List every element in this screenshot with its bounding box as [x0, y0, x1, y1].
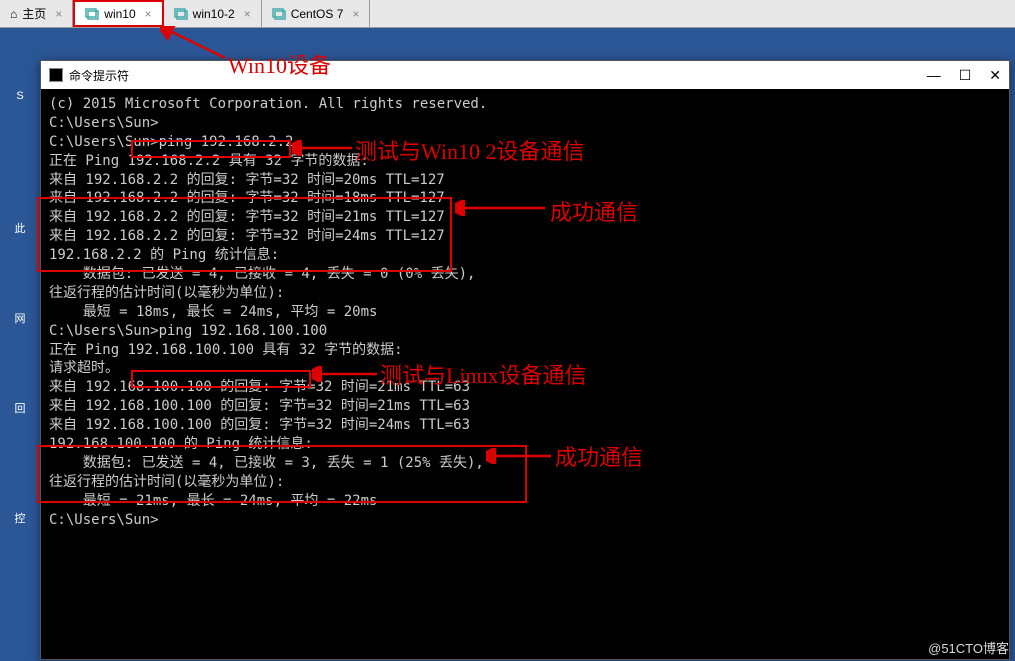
terminal-line: 最短 = 18ms, 最长 = 24ms, 平均 = 20ms	[49, 303, 1001, 322]
terminal-line: 最短 = 21ms, 最长 = 24ms, 平均 = 22ms	[49, 492, 1001, 511]
terminal-line: C:\Users\Sun>	[49, 114, 1001, 133]
tab-bar: ⌂ 主页 × win10 × win10-2 × CentOS 7 ×	[0, 0, 1015, 28]
tab-label: CentOS 7	[291, 7, 344, 21]
annotation-arrow	[160, 26, 230, 62]
terminal-line: 来自 192.168.100.100 的回复: 字节=32 时间=21ms TT…	[49, 397, 1001, 416]
tab-win10-2[interactable]: win10-2 ×	[164, 0, 262, 27]
terminal-line: C:\Users\Sun>ping 192.168.100.100	[49, 322, 1001, 341]
desktop-icon: S	[10, 90, 30, 130]
terminal-line: 请求超时。	[49, 359, 1001, 378]
close-icon[interactable]: ×	[55, 7, 62, 21]
terminal-line: C:\Users\Sun>ping 192.168.2.2	[49, 133, 1001, 152]
desktop-icon: 控	[10, 510, 30, 550]
close-icon[interactable]: ×	[352, 7, 359, 21]
tab-label: 主页	[22, 5, 46, 22]
close-icon[interactable]: ×	[244, 7, 251, 21]
title-bar[interactable]: 命令提示符 — ☐ ✕	[41, 61, 1009, 89]
desktop-icon: 网	[10, 310, 30, 350]
watermark: @51CTO博客	[928, 638, 1009, 657]
tab-centos[interactable]: CentOS 7 ×	[262, 0, 371, 27]
cmd-window: 命令提示符 — ☐ ✕ (c) 2015 Microsoft Corporati…	[40, 60, 1010, 660]
minimize-button[interactable]: —	[927, 67, 941, 84]
maximize-button[interactable]: ☐	[959, 67, 972, 84]
terminal-line: 192.168.2.2 的 Ping 统计信息:	[49, 246, 1001, 265]
terminal-line: 来自 192.168.100.100 的回复: 字节=32 时间=24ms TT…	[49, 416, 1001, 435]
terminal-line: 往返行程的估计时间(以毫秒为单位):	[49, 473, 1001, 492]
window-title: 命令提示符	[69, 67, 129, 84]
terminal-line: 来自 192.168.2.2 的回复: 字节=32 时间=18ms TTL=12…	[49, 189, 1001, 208]
terminal-line: (c) 2015 Microsoft Corporation. All righ…	[49, 95, 1001, 114]
vm-icon	[272, 7, 286, 21]
terminal-line: 192.168.100.100 的 Ping 统计信息:	[49, 435, 1001, 454]
terminal-line: 数据包: 已发送 = 4, 已接收 = 3, 丢失 = 1 (25% 丢失),	[49, 454, 1001, 473]
tab-label: win10-2	[193, 7, 235, 21]
tab-home[interactable]: ⌂ 主页 ×	[0, 0, 73, 27]
tab-win10[interactable]: win10 ×	[73, 0, 163, 27]
close-icon[interactable]: ×	[145, 7, 152, 21]
terminal-line: 来自 192.168.100.100 的回复: 字节=32 时间=21ms TT…	[49, 378, 1001, 397]
terminal-line: 正在 Ping 192.168.100.100 具有 32 字节的数据:	[49, 341, 1001, 360]
terminal-line: 来自 192.168.2.2 的回复: 字节=32 时间=20ms TTL=12…	[49, 171, 1001, 190]
terminal-content[interactable]: (c) 2015 Microsoft Corporation. All righ…	[41, 89, 1009, 535]
terminal-line: 来自 192.168.2.2 的回复: 字节=32 时间=24ms TTL=12…	[49, 227, 1001, 246]
home-icon: ⌂	[10, 7, 17, 21]
terminal-line: 正在 Ping 192.168.2.2 具有 32 字节的数据:	[49, 152, 1001, 171]
desktop-icon: 此	[10, 220, 30, 260]
close-button[interactable]: ✕	[989, 67, 1001, 84]
tab-label: win10	[104, 7, 135, 21]
desktop-icon: 回	[10, 400, 30, 440]
terminal-line: C:\Users\Sun>	[49, 511, 1001, 530]
terminal-line: 往返行程的估计时间(以毫秒为单位):	[49, 284, 1001, 303]
terminal-line: 来自 192.168.2.2 的回复: 字节=32 时间=21ms TTL=12…	[49, 208, 1001, 227]
terminal-line: 数据包: 已发送 = 4, 已接收 = 4, 丢失 = 0 (0% 丢失),	[49, 265, 1001, 284]
vm-icon	[174, 7, 188, 21]
cmd-icon	[49, 68, 63, 82]
vm-icon	[85, 7, 99, 21]
